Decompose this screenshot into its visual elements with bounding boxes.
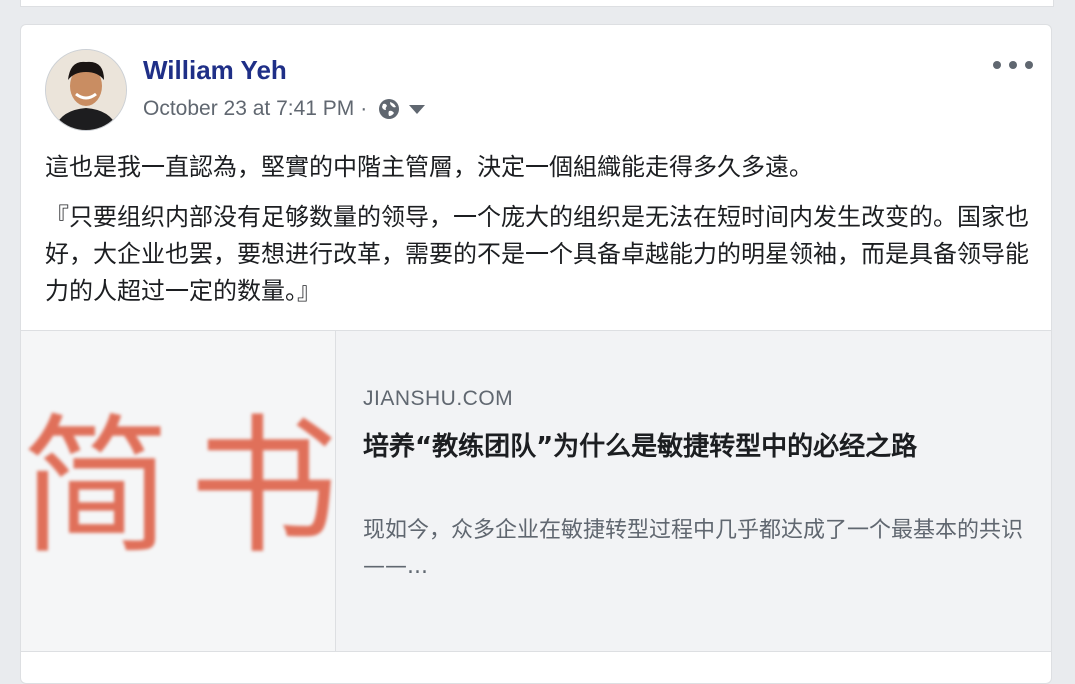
link-domain: JIANSHU.COM xyxy=(363,387,514,410)
post-quote-text: 『只要组织内部没有足够数量的领导，一个庞大的组织是无法在短时间内发生改变的。国家… xyxy=(45,203,1029,305)
jianshu-logo: 简书 xyxy=(21,401,336,575)
globe-icon[interactable] xyxy=(377,97,401,121)
meta-separator: · xyxy=(360,97,368,120)
link-thumbnail[interactable]: 简书 xyxy=(21,331,336,651)
author-name-link[interactable]: William Yeh xyxy=(143,55,287,86)
previous-post-edge xyxy=(20,0,1054,7)
post-meta: October 23 at 7:41 PM · xyxy=(143,97,427,121)
post-timestamp[interactable]: October 23 at 7:41 PM xyxy=(143,97,354,121)
link-description: 现如今，众多企业在敏捷转型过程中几乎都达成了一个最基本的共识 ——... xyxy=(363,518,1024,579)
avatar[interactable] xyxy=(45,49,127,131)
link-title[interactable]: 培养“教练团队”为什么是敏捷转型中的必经之路 xyxy=(363,427,1023,467)
post-text: 這也是我一直認為，堅實的中階主管層，決定一個組織能走得多久多遠。 xyxy=(45,153,813,181)
link-preview-card[interactable]: 简书 JIANSHU.COM 培养“教练团队”为什么是敏捷转型中的必经之路 现如… xyxy=(21,330,1051,652)
feed-post: William Yeh October 23 at 7:41 PM · 這也是我… xyxy=(20,24,1052,684)
chevron-down-icon[interactable] xyxy=(407,102,427,116)
more-options-icon[interactable] xyxy=(993,55,1033,75)
